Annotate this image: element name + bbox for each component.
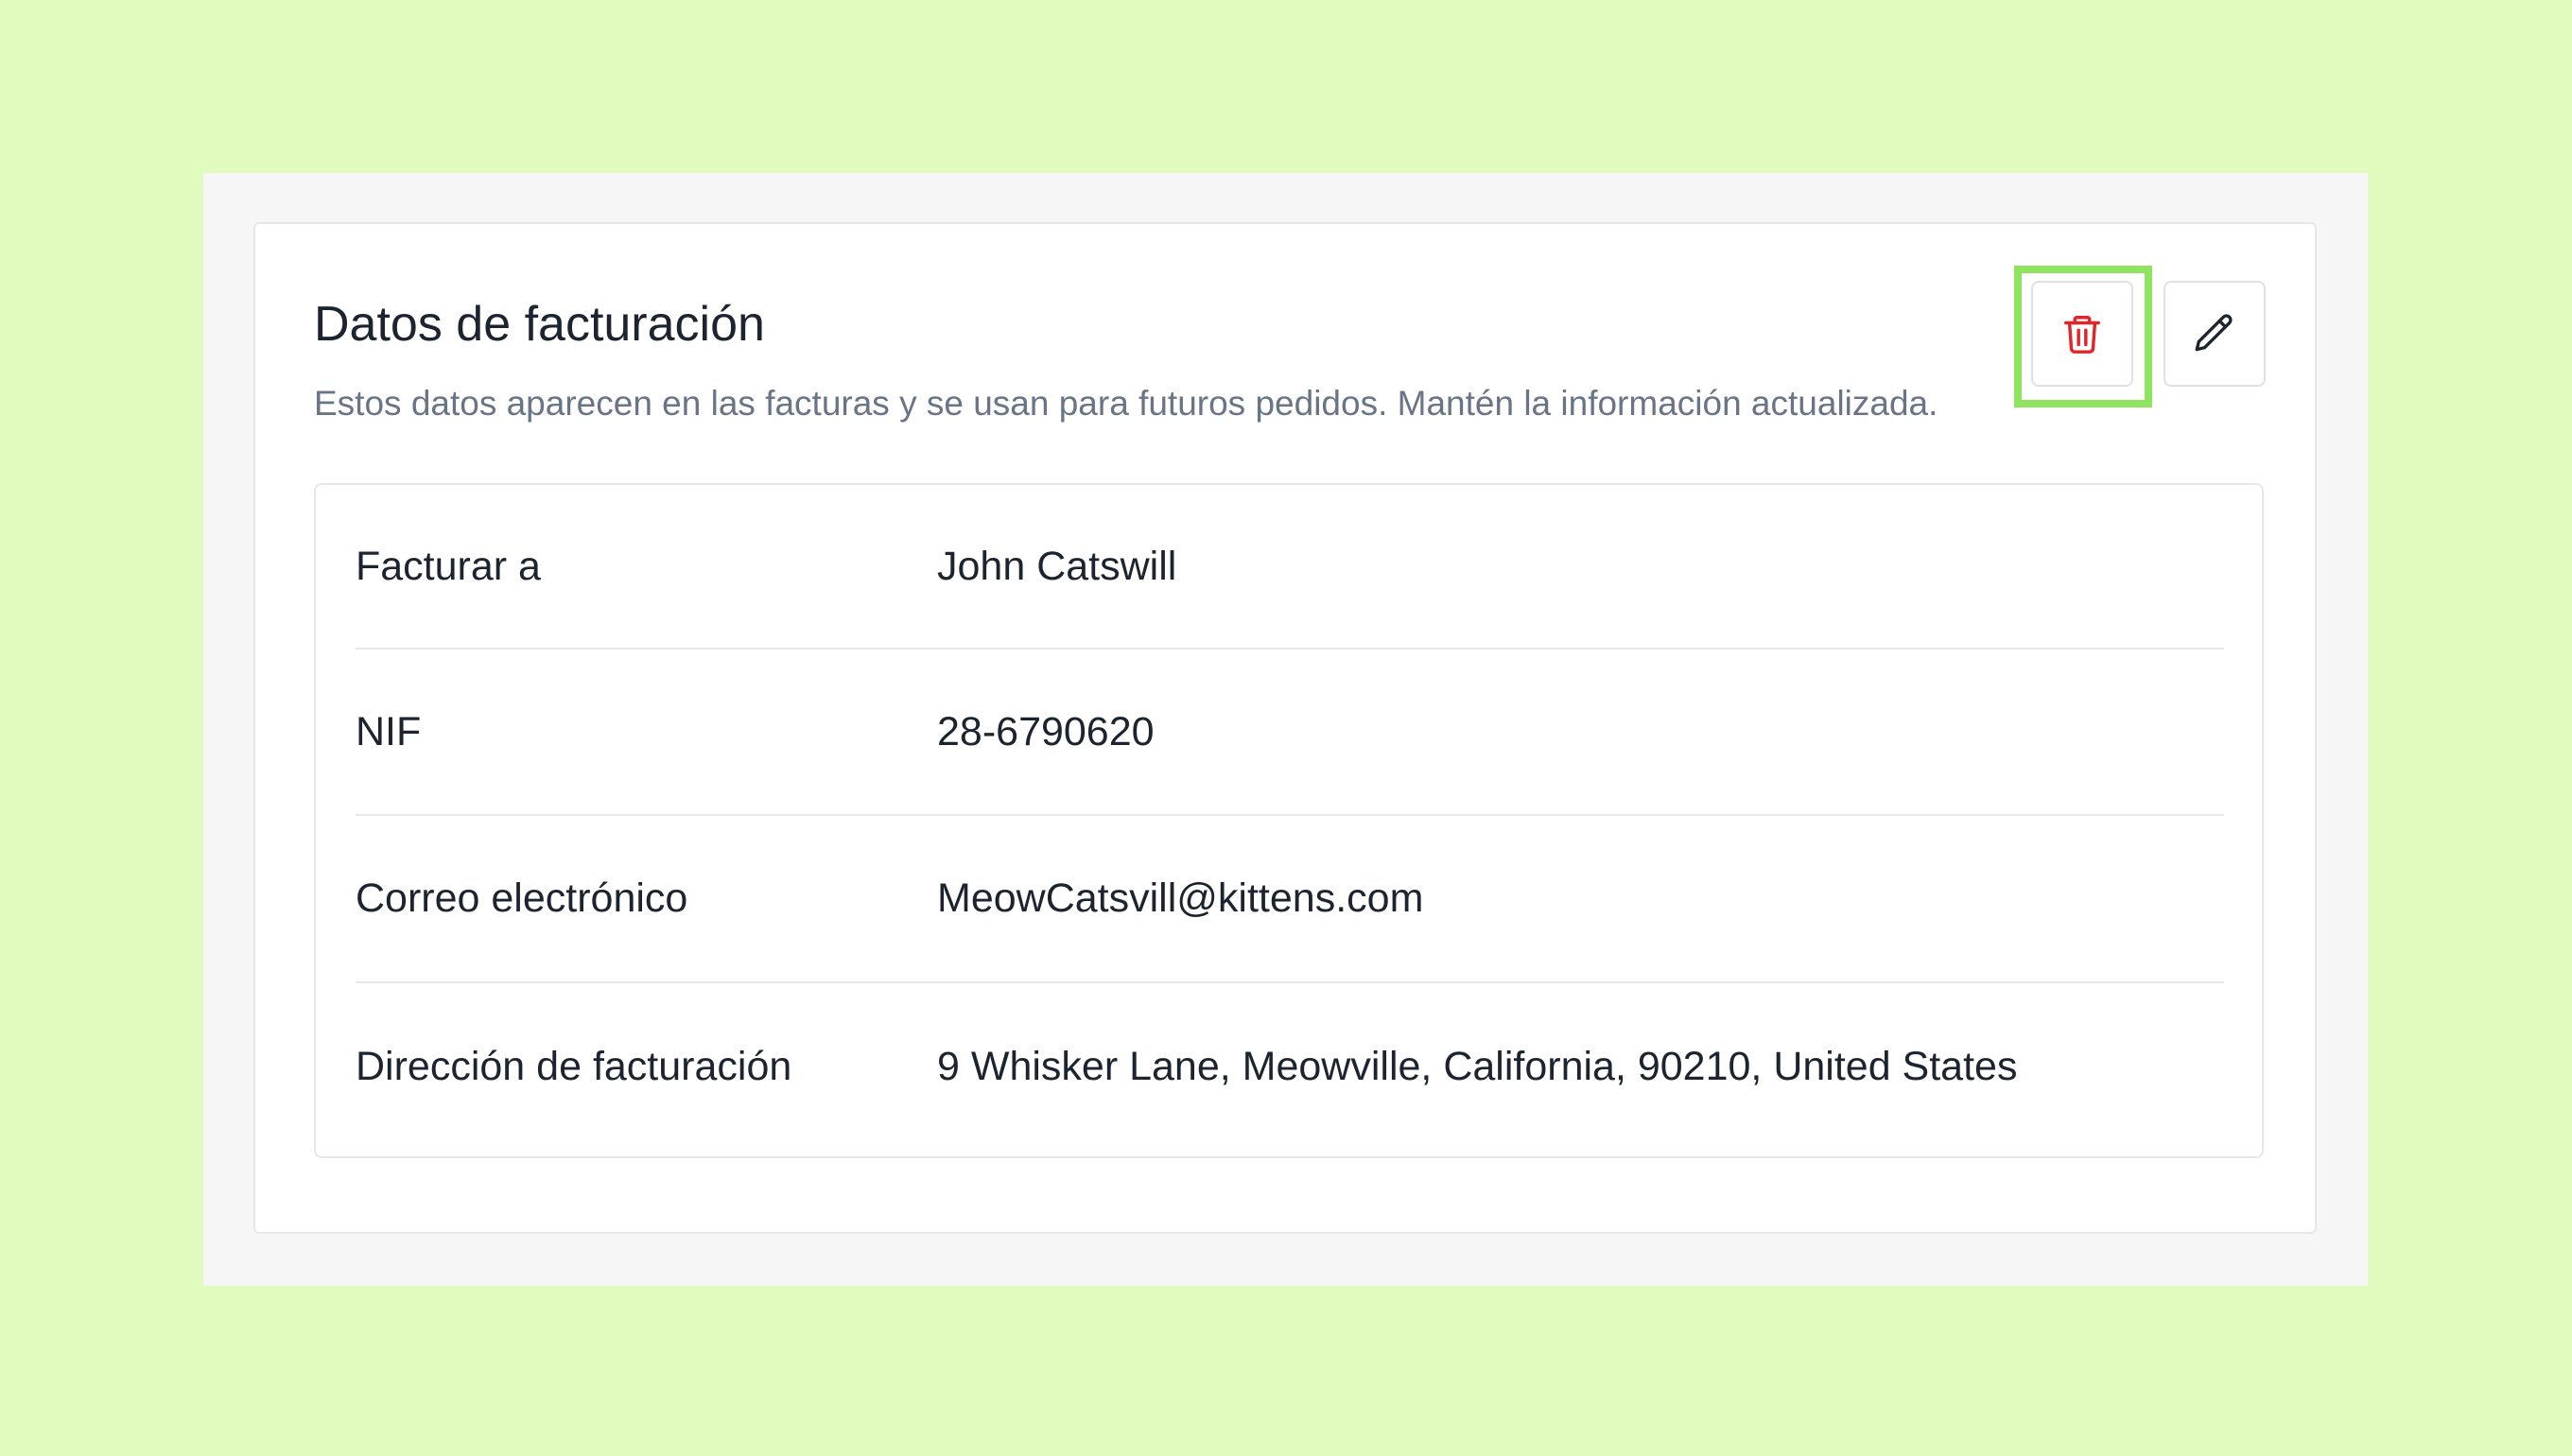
row-value-nif: 28-6790620 [937,709,1155,754]
row-value-email: MeowCatsvill@kittens.com [937,875,1424,921]
page-frame: Datos de facturación Estos datos aparece… [203,173,2368,1286]
row-value-bill-to: John Catswill [937,544,1177,589]
row-divider [356,814,2224,816]
row-label-billing-address: Dirección de facturación [356,1044,792,1089]
pencil-icon [2191,310,2238,357]
billing-details-table: Facturar a John Catswill NIF 28-6790620 … [314,483,2264,1158]
trash-icon [2060,309,2104,358]
row-label-bill-to: Facturar a [356,544,541,589]
delete-button[interactable] [2031,281,2133,387]
card-description: Estos datos aparecen en las facturas y s… [314,384,1938,423]
card-title: Datos de facturación [314,297,765,352]
row-label-nif: NIF [356,709,422,754]
row-value-billing-address: 9 Whisker Lane, Meowville, California, 9… [937,1044,2018,1089]
row-divider [356,981,2224,983]
row-divider [356,648,2224,650]
row-label-email: Correo electrónico [356,875,688,921]
billing-card: Datos de facturación Estos datos aparece… [253,222,2317,1234]
edit-button[interactable] [2164,281,2266,387]
